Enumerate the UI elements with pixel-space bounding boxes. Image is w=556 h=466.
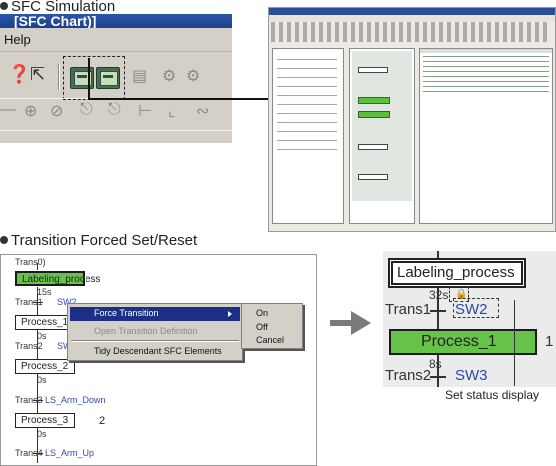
step-process-1[interactable]: Process_1 bbox=[15, 315, 75, 330]
force-transition-submenu: On Off Cancel bbox=[241, 303, 303, 349]
transition-icon[interactable]: ⎋ bbox=[108, 101, 121, 119]
thumb-active-step bbox=[358, 111, 390, 118]
zoom-step-labeling-process[interactable]: Labeling_process bbox=[390, 260, 524, 286]
condition-highlight bbox=[453, 298, 499, 318]
transition-bar bbox=[33, 453, 43, 454]
step-time-15s: 15s bbox=[37, 287, 52, 297]
menu-separator bbox=[71, 340, 239, 342]
sfc-simulation-heading-text: SFC Simulation bbox=[11, 0, 116, 15]
connector-vertical bbox=[88, 58, 90, 100]
set-status-display-caption: Set status display bbox=[445, 388, 540, 402]
contact-icon[interactable]: ⊕ bbox=[24, 101, 37, 121]
jump-icon[interactable]: ⌞ bbox=[168, 101, 176, 121]
bind-icon[interactable]: ⚙ bbox=[162, 66, 176, 86]
monitor-icon[interactable]: ▤ bbox=[132, 66, 147, 86]
question-mark-icon[interactable]: ❓ bbox=[8, 64, 30, 85]
ls-arm-up-condition[interactable]: LS_Arm_Up bbox=[45, 448, 94, 458]
result-arrow-line bbox=[330, 320, 352, 326]
toolbar-row-2: — ⊕ ⊘ ⎋ ⎋ ⊢ ⌞ ∾ bbox=[0, 98, 232, 126]
negated-contact-icon[interactable]: ⊘ bbox=[50, 101, 63, 121]
help-pointer-icon[interactable]: ⇱ bbox=[30, 64, 45, 85]
list-rows bbox=[423, 53, 549, 93]
step-process-3-number: 2 bbox=[99, 415, 106, 427]
thumb-menubar bbox=[269, 15, 555, 21]
result-arrow-icon bbox=[351, 311, 371, 335]
window-titlebar: [SFC Chart)] bbox=[0, 14, 232, 29]
zoom-transition-bar bbox=[430, 310, 446, 312]
toolbar-row-1: ❓ ⇱ ▤ ⚙ ⚙ bbox=[0, 56, 232, 100]
step-time-0s: 0s bbox=[37, 429, 47, 439]
menu-bar: Help bbox=[0, 28, 232, 52]
branch-icon[interactable]: ⊢ bbox=[138, 101, 152, 121]
toolbar-zoom: [SFC Chart)] Help ❓ ⇱ ▤ ⚙ ⚙ — ⊕ ⊘ ⎋ ⎋ ⊢ … bbox=[0, 14, 232, 143]
thumb-step bbox=[358, 67, 388, 73]
line-icon[interactable]: — bbox=[0, 101, 16, 119]
thumb-step bbox=[358, 144, 388, 150]
zoom-time-32s: 32s bbox=[429, 288, 449, 302]
submenu-item-off[interactable]: Off bbox=[256, 322, 268, 332]
transition-forced-heading: Transition Forced Set/Reset bbox=[0, 232, 197, 249]
submenu-arrow-icon bbox=[228, 311, 232, 317]
menu-item-open-transition-definition[interactable]: Open Transition Definition bbox=[94, 326, 198, 336]
zoom-trans2-label: Trans2 bbox=[385, 367, 432, 384]
step-icon[interactable]: ⎋ bbox=[80, 101, 93, 119]
menu-help[interactable]: Help bbox=[4, 32, 31, 47]
zoom-sw3-condition[interactable]: SW3 bbox=[455, 367, 488, 384]
simulation-buttons-highlight bbox=[63, 56, 125, 100]
trans2-label: Trans2 bbox=[15, 341, 43, 351]
thumb-device-list bbox=[419, 48, 553, 224]
simulation-screenshot bbox=[268, 7, 556, 232]
step-process-2[interactable]: Process_2 bbox=[15, 359, 75, 374]
thumb-toolbar bbox=[271, 22, 551, 42]
step-time-0s: 0s bbox=[37, 375, 47, 385]
menu-item-force-transition[interactable]: Force Transition bbox=[94, 308, 159, 318]
divergence-icon[interactable]: ∾ bbox=[196, 101, 209, 121]
ls-arm-down-condition[interactable]: LS_Arm_Down bbox=[45, 395, 106, 405]
trans0-label: Trans0) bbox=[15, 257, 46, 267]
thumb-active-step bbox=[358, 97, 390, 104]
menu-item-tidy-descendant[interactable]: Tidy Descendant SFC Elements bbox=[94, 346, 222, 356]
toolbar-row-3 bbox=[0, 130, 232, 143]
context-menu-screenshot: Trans0) Labeling_process 15s Trans1 SW2 … bbox=[0, 254, 317, 466]
step-process-3[interactable]: Process_3 bbox=[15, 413, 75, 428]
window-title: [SFC Chart)] bbox=[14, 14, 97, 29]
transition-forced-heading-text: Transition Forced Set/Reset bbox=[11, 232, 198, 249]
zoomed-status-detail: Labeling_process 32s 🔒 Trans1 SW2 Proces… bbox=[383, 251, 556, 387]
sfc-simulation-heading: SFC Simulation bbox=[0, 0, 115, 15]
bind-2-icon[interactable]: ⚙ bbox=[186, 66, 200, 86]
zoom-process-1-number: 1 bbox=[545, 333, 554, 350]
caption-leader-line bbox=[514, 300, 515, 386]
step-time-0s: 0s bbox=[37, 331, 47, 341]
thumb-project-tree bbox=[272, 48, 344, 224]
thumb-titlebar bbox=[269, 8, 555, 15]
context-menu: Force Transition Open Transition Definit… bbox=[67, 303, 243, 361]
tree-lines bbox=[277, 55, 337, 155]
thumb-sfc-pane bbox=[349, 48, 415, 224]
zoom-trans1-label: Trans1 bbox=[385, 301, 432, 318]
bullet-icon bbox=[0, 2, 8, 11]
thumb-step bbox=[358, 174, 388, 180]
bullet-icon bbox=[0, 236, 8, 245]
trans1-label: Trans1 bbox=[15, 297, 43, 307]
zoom-transition-bar bbox=[430, 376, 446, 378]
transition-bar bbox=[33, 400, 43, 401]
submenu-item-on[interactable]: On bbox=[256, 308, 268, 318]
step-labeling-process[interactable]: Labeling_process bbox=[14, 270, 100, 287]
submenu-item-cancel[interactable]: Cancel bbox=[256, 335, 284, 345]
toolbar-separator bbox=[58, 64, 60, 90]
